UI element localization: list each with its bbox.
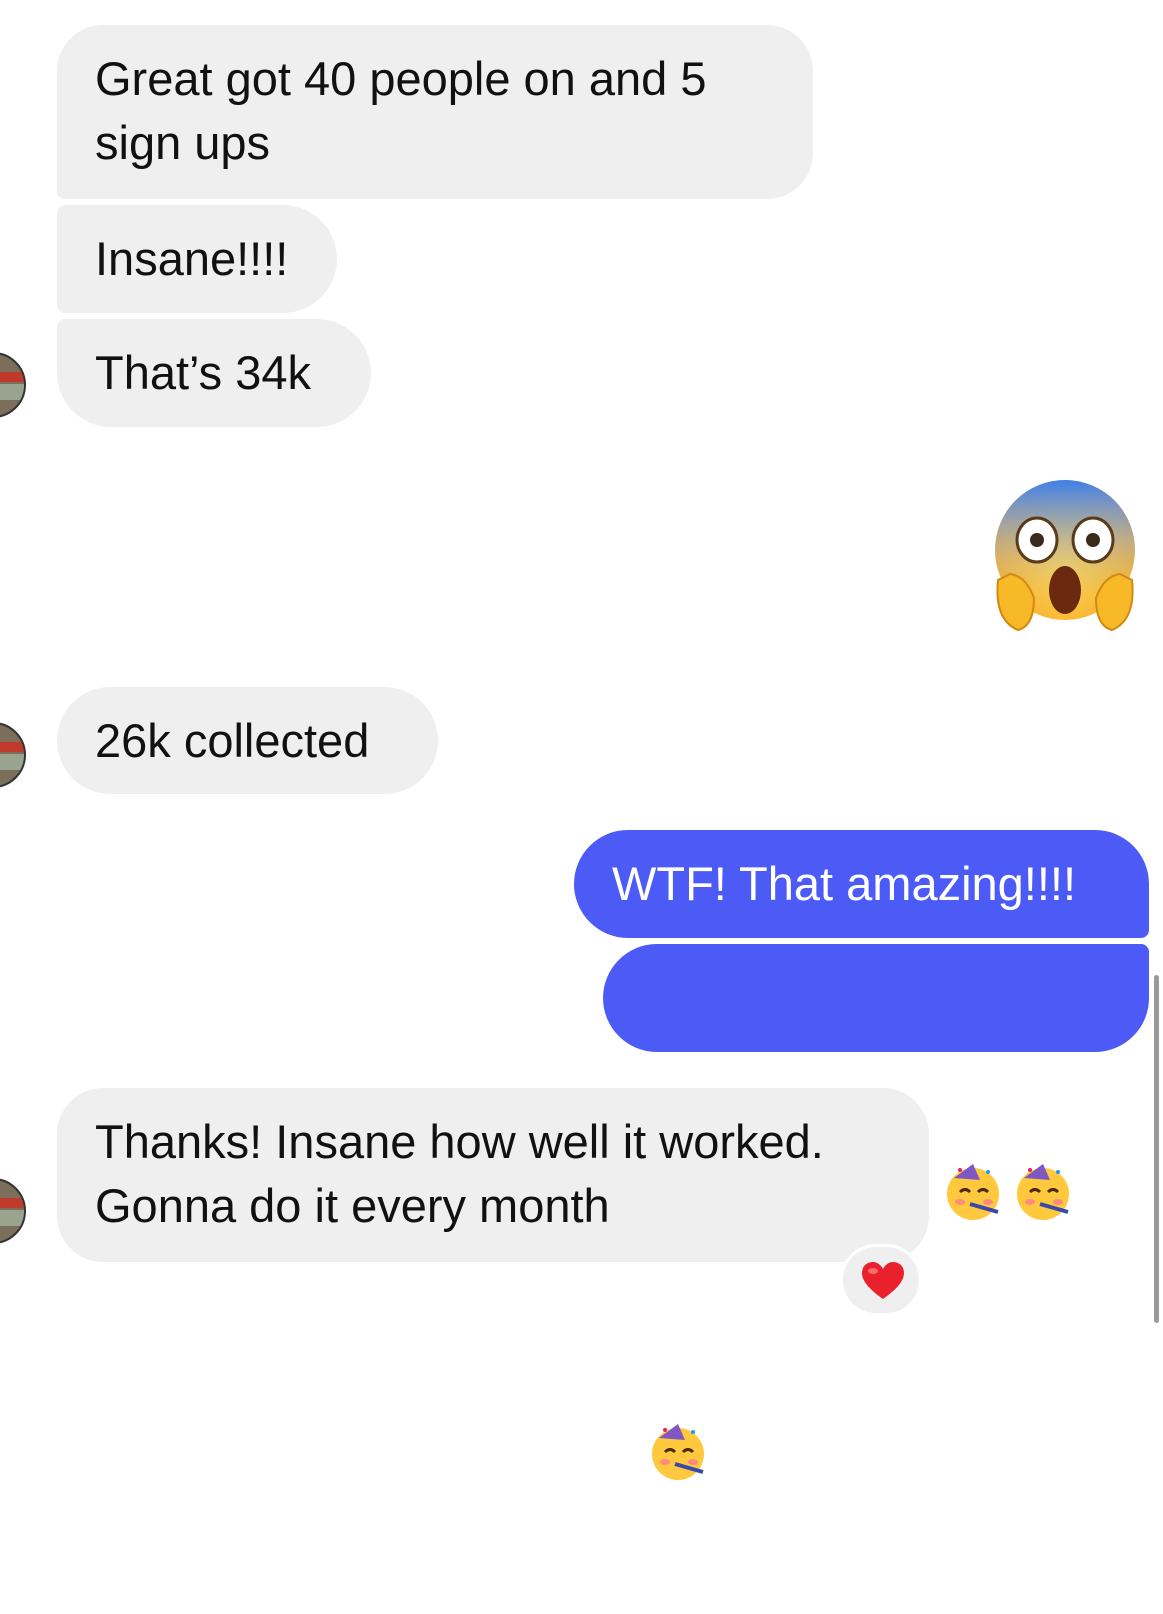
contact-avatar[interactable] xyxy=(0,352,26,418)
partying-face-icon xyxy=(645,1290,711,1480)
incoming-message[interactable]: Great got 40 people on and 5 sign ups xyxy=(57,25,813,199)
outgoing-message[interactable]: WTF! That amazing!!!! xyxy=(574,830,1149,938)
outgoing-message[interactable]: Congrats!!! xyxy=(603,944,1149,1480)
incoming-message[interactable]: Insane!!!! xyxy=(57,205,337,313)
red-heart-icon xyxy=(862,1262,904,1299)
message-reaction[interactable] xyxy=(840,1244,922,1316)
face-screaming-in-fear-icon[interactable] xyxy=(990,480,1140,632)
incoming-message[interactable]: 26k collected xyxy=(57,687,438,794)
partying-face-icon xyxy=(940,1030,1006,1220)
partying-face-icon xyxy=(1010,1030,1076,1220)
incoming-message[interactable]: Thanks! Insane how well it worked. Gonna… xyxy=(57,1088,929,1262)
scrollbar[interactable] xyxy=(1154,975,1159,1323)
message-thread: Great got 40 people on and 5 sign ups In… xyxy=(0,0,1163,1480)
contact-avatar[interactable] xyxy=(0,1178,26,1244)
incoming-message[interactable]: That’s 34k xyxy=(57,319,371,427)
contact-avatar[interactable] xyxy=(0,722,26,788)
